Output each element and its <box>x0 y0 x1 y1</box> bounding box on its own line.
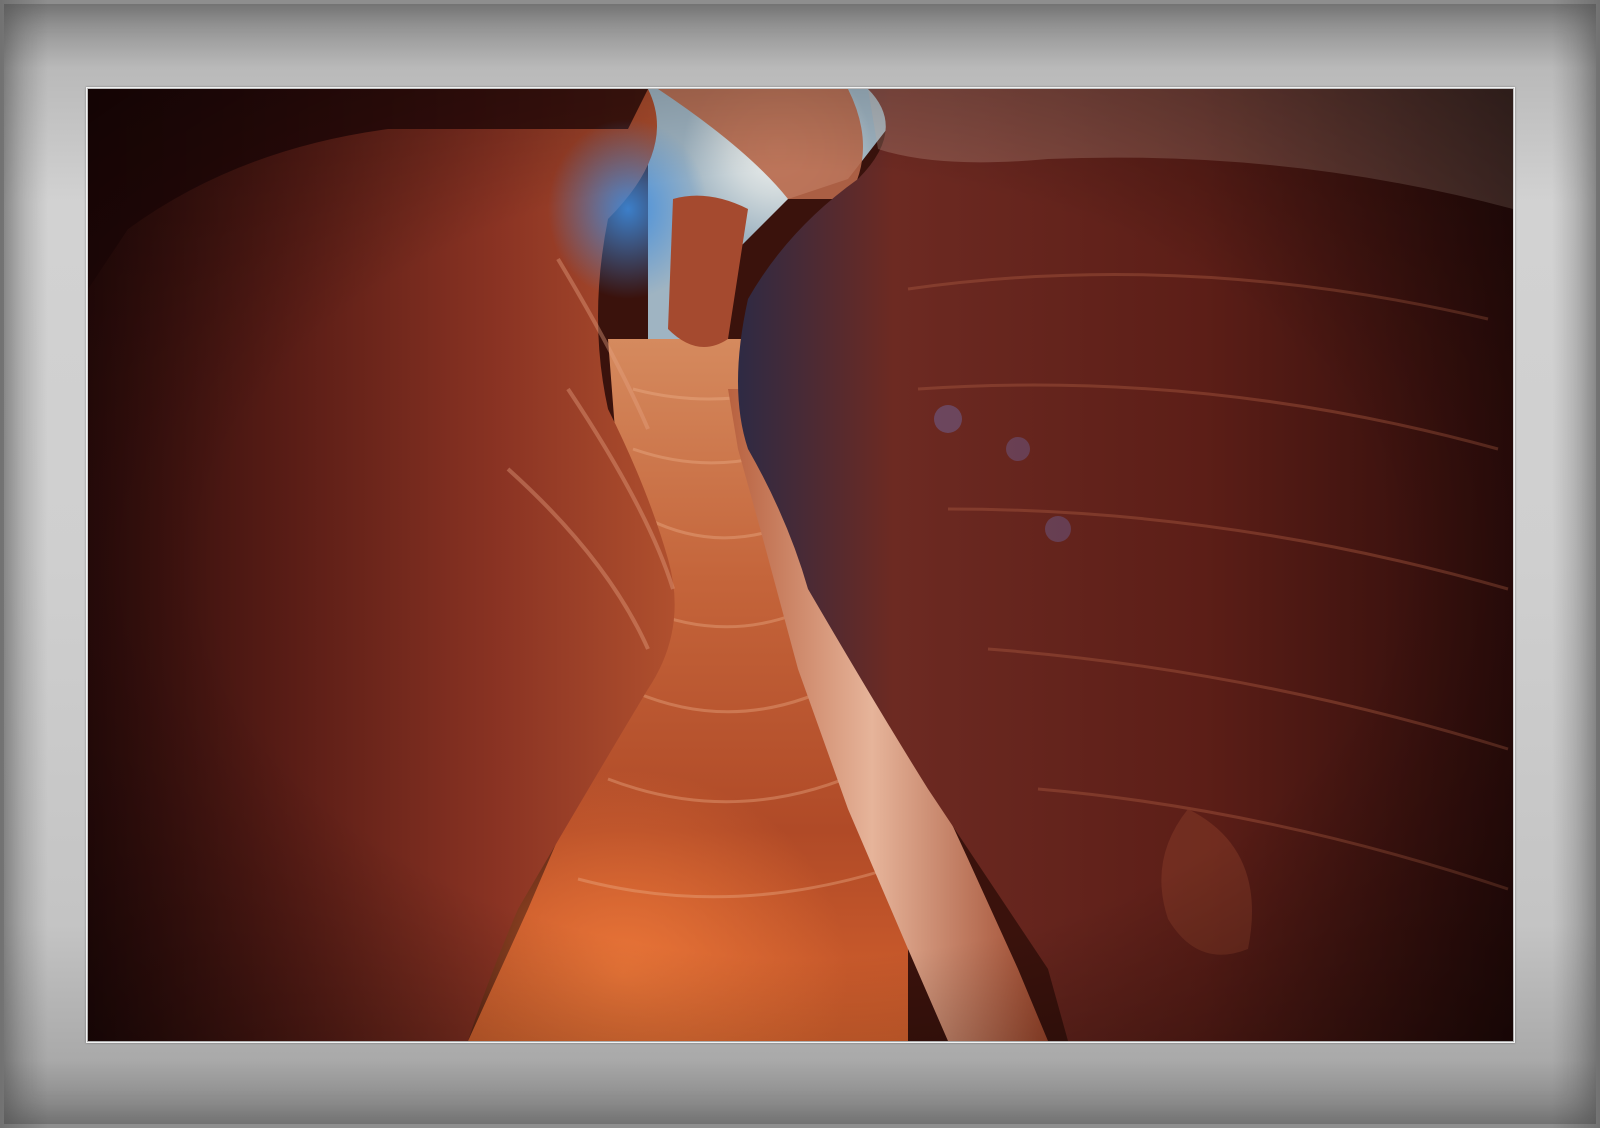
canyon-photo <box>88 89 1513 1041</box>
photo-vignette <box>88 89 1513 1041</box>
canyon-illustration <box>88 89 1513 1041</box>
gray-picture-frame <box>0 0 1600 1128</box>
